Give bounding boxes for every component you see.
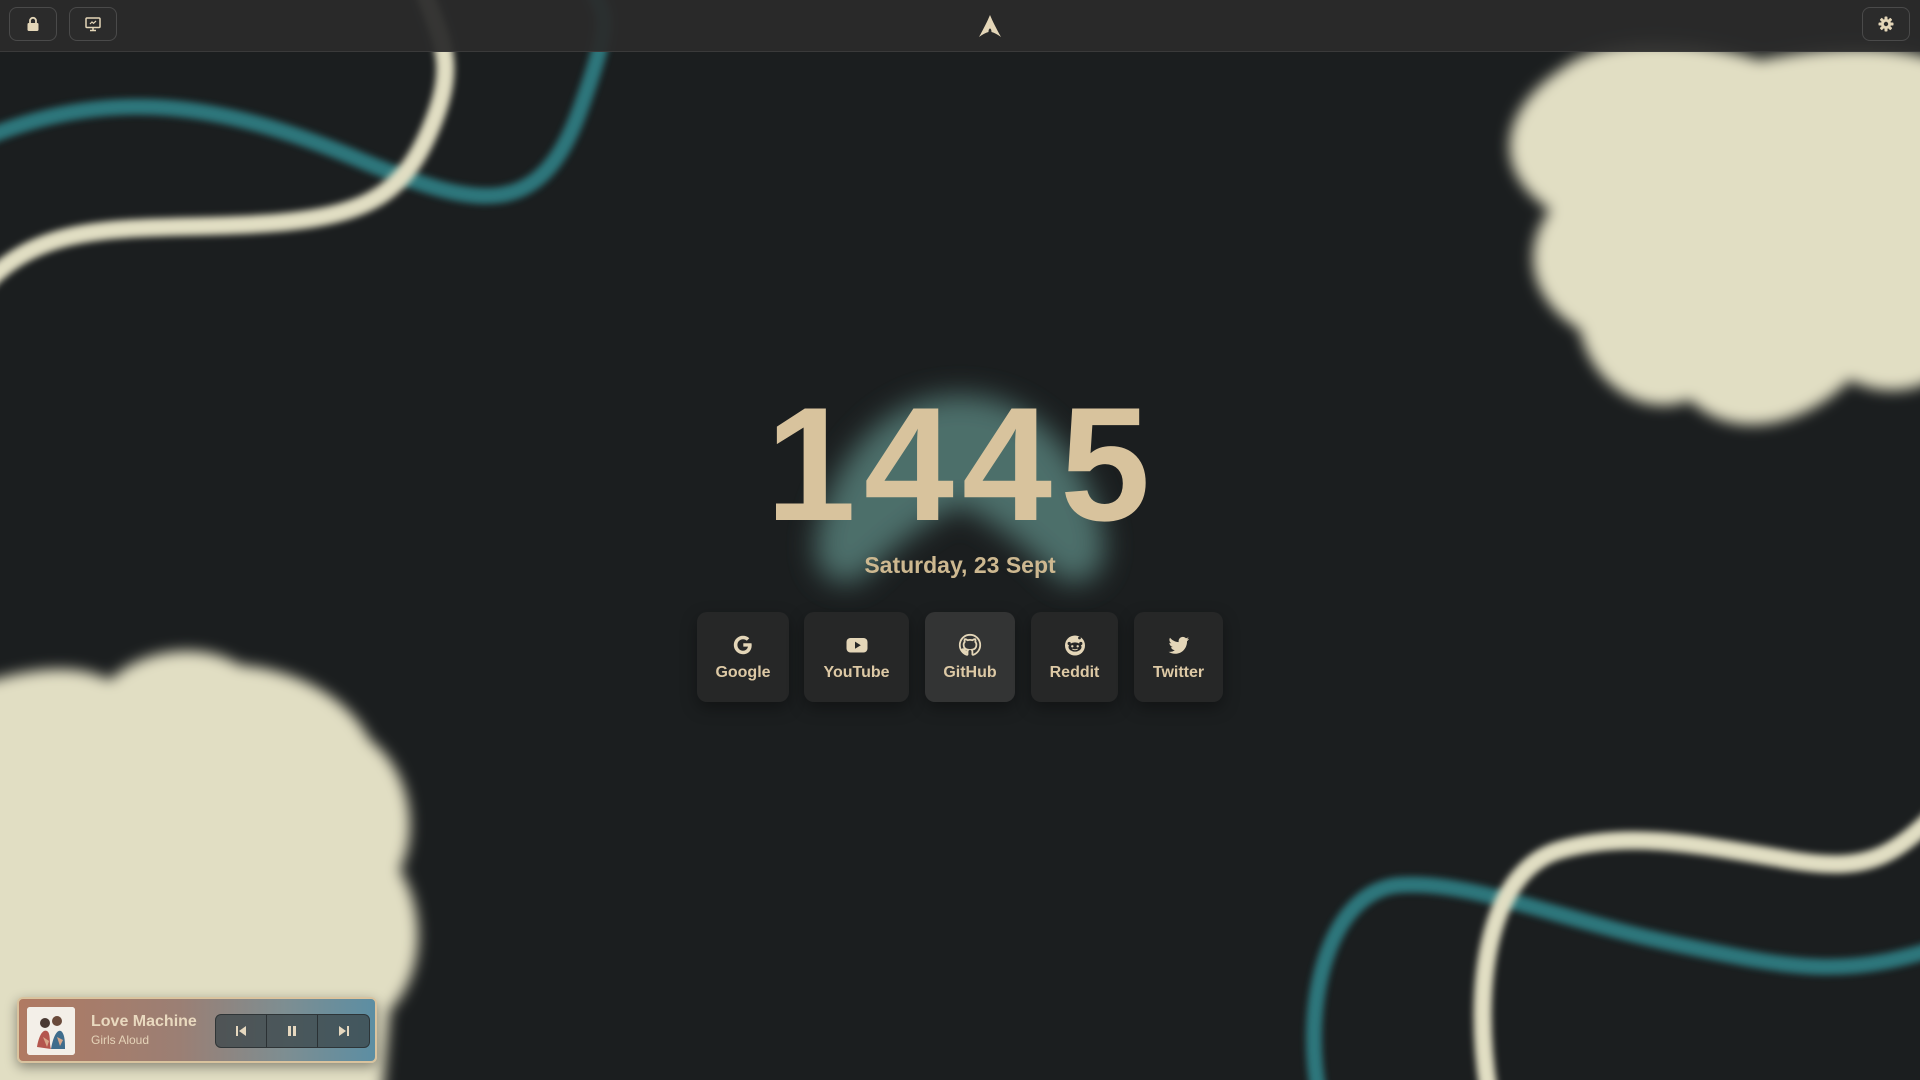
date-text: Saturday, 23 Sept xyxy=(864,552,1056,578)
album-art-image xyxy=(27,1007,75,1055)
desktop: 1445 Saturday, 23 Sept Google YouTube Gi… xyxy=(0,0,1920,1080)
clock: 1445 xyxy=(0,370,1920,560)
shortcut-twitter[interactable]: Twitter xyxy=(1134,612,1223,702)
next-icon xyxy=(338,1026,349,1036)
pause-icon xyxy=(288,1026,296,1036)
previous-button[interactable] xyxy=(216,1015,267,1047)
shortcut-label: Reddit xyxy=(1049,664,1100,681)
shortcut-label: YouTube xyxy=(823,664,890,681)
previous-icon xyxy=(236,1026,246,1036)
media-player: Love Machine Girls Aloud xyxy=(17,997,377,1063)
shortcut-label: Twitter xyxy=(1152,664,1205,681)
settings-button[interactable] xyxy=(1862,7,1910,41)
next-button[interactable] xyxy=(318,1015,369,1047)
lock-button[interactable] xyxy=(9,7,57,41)
top-bar xyxy=(0,0,1920,52)
reddit-icon xyxy=(1064,635,1085,656)
display-button[interactable] xyxy=(69,7,117,41)
shortcut-youtube[interactable]: YouTube xyxy=(804,612,909,702)
google-icon xyxy=(733,635,752,655)
date: Saturday, 23 Sept xyxy=(0,552,1920,579)
gear-icon xyxy=(1878,16,1894,32)
lock-icon xyxy=(27,16,39,31)
pause-button[interactable] xyxy=(267,1015,318,1047)
shortcut-label: GitHub xyxy=(943,664,997,681)
monitor-icon xyxy=(85,17,101,32)
github-icon xyxy=(958,633,982,656)
song-title: Love Machine xyxy=(91,1013,197,1030)
playback-controls xyxy=(215,1014,370,1048)
shortcut-label: Google xyxy=(715,664,771,681)
shortcut-reddit[interactable]: Reddit xyxy=(1031,612,1118,702)
arch-logo-icon[interactable] xyxy=(977,13,1003,39)
shortcut-google[interactable]: Google xyxy=(697,612,789,702)
shortcut-github[interactable]: GitHub xyxy=(925,612,1015,702)
clock-time: 1445 xyxy=(765,374,1159,555)
song-artist: Girls Aloud xyxy=(91,1033,150,1047)
twitter-icon xyxy=(1168,636,1189,654)
youtube-icon xyxy=(846,638,867,653)
album-cover xyxy=(27,1007,75,1055)
